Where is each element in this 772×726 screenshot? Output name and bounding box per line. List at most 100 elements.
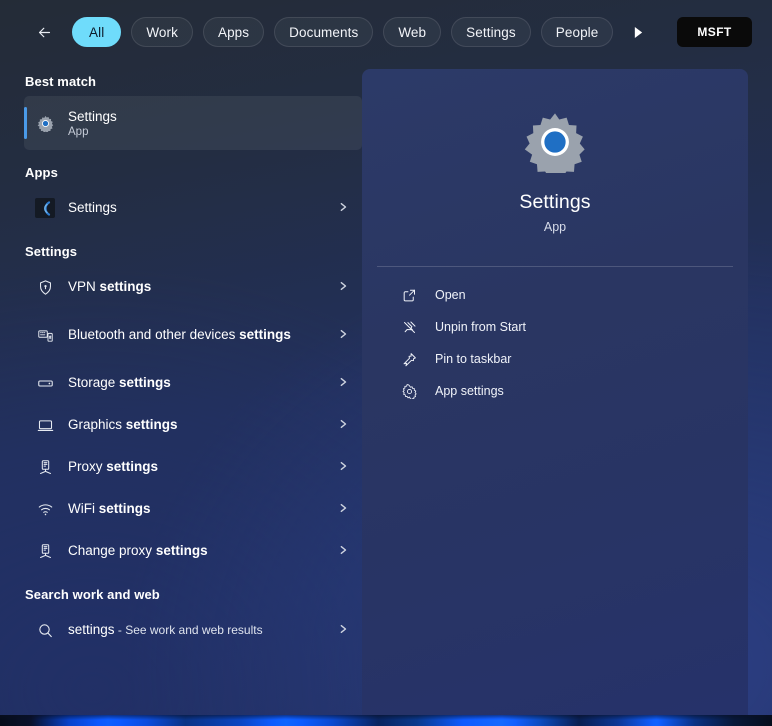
search-filter-bar: All Work Apps Documents Web Settings Peo… <box>0 0 772 64</box>
proxy-bold: settings <box>106 459 159 475</box>
back-button[interactable] <box>30 18 58 46</box>
result-web-search-text: settings - See work and web results <box>68 621 326 639</box>
org-badge[interactable]: MSFT <box>677 17 752 47</box>
wifi-icon <box>34 501 56 518</box>
result-setting-graphics-label: Graphics settings <box>68 416 326 434</box>
graphics-prefix: Graphics <box>68 417 126 433</box>
results-and-preview: Best match Settings App Apps Settings Se… <box>0 64 772 715</box>
more-filters-button[interactable] <box>625 19 651 45</box>
settings-app-logo-tile <box>35 198 55 218</box>
result-setting-storage-label: Storage settings <box>68 374 326 392</box>
result-setting-vpn[interactable]: VPN settings <box>24 266 362 308</box>
chevron-right-icon[interactable] <box>338 621 350 639</box>
result-setting-change-proxy[interactable]: Change proxy settings <box>24 530 362 572</box>
graphics-bold: settings <box>125 417 178 433</box>
result-setting-wifi[interactable]: WiFi settings <box>24 488 362 530</box>
result-setting-graphics[interactable]: Graphics settings <box>24 404 362 446</box>
desktop-wallpaper-strip <box>0 715 772 726</box>
results-column: Best match Settings App Apps Settings Se… <box>0 64 362 715</box>
result-setting-change-proxy-label: Change proxy settings <box>68 542 326 560</box>
filter-tab-people[interactable]: People <box>540 17 614 47</box>
result-setting-storage-text: Storage settings <box>68 374 326 392</box>
section-title-best-match: Best match <box>25 74 97 89</box>
action-pin-taskbar-label: Pin to taskbar <box>435 352 512 366</box>
preview-panel: Settings App Open Unpin from Start Pin t… <box>362 69 748 715</box>
result-setting-wifi-label: WiFi settings <box>68 500 326 518</box>
vpn-bold: settings <box>99 279 152 295</box>
result-setting-proxy[interactable]: Proxy settings <box>24 446 362 488</box>
result-best-match-settings[interactable]: Settings App <box>24 96 362 150</box>
section-title-settings: Settings <box>25 244 78 259</box>
result-web-search-label: settings - See work and web results <box>68 621 326 639</box>
result-setting-bluetooth-label: Bluetooth and other devices settings <box>68 326 326 344</box>
shield-lock-icon <box>34 279 56 296</box>
monitor-icon <box>34 417 56 434</box>
action-pin-to-taskbar[interactable]: Pin to taskbar <box>397 343 733 375</box>
settings-app-logo-icon <box>34 198 56 218</box>
section-title-apps: Apps <box>25 165 58 180</box>
section-title-search-work-web: Search work and web <box>25 587 160 602</box>
action-unpin-label: Unpin from Start <box>435 320 527 334</box>
result-best-match-text: Settings App <box>68 108 350 139</box>
preview-subtitle: App <box>543 220 567 234</box>
org-badge-label: MSFT <box>697 25 732 39</box>
result-app-settings[interactable]: Settings <box>24 187 362 229</box>
result-setting-vpn-label: VPN settings <box>68 278 326 296</box>
action-app-settings-label: App settings <box>435 384 504 398</box>
web-query: settings <box>68 622 115 638</box>
filter-tab-settings-label: Settings <box>466 24 516 40</box>
preview-title: Settings <box>519 191 591 213</box>
result-setting-vpn-text: VPN settings <box>68 278 326 296</box>
vpn-prefix: VPN <box>68 279 100 295</box>
bluetooth-bold: settings <box>239 327 291 343</box>
arrow-left-icon <box>38 27 50 37</box>
action-app-settings[interactable]: App settings <box>397 375 733 407</box>
storage-drive-icon <box>34 375 56 392</box>
result-app-settings-text: Settings <box>68 199 326 217</box>
filter-tab-work[interactable]: Work <box>131 17 193 47</box>
wifi-bold: settings <box>98 501 151 517</box>
chevron-right-icon[interactable] <box>338 326 350 344</box>
filter-tab-documents[interactable]: Documents <box>274 17 374 47</box>
gear-icon <box>524 113 585 173</box>
chevron-right-icon[interactable] <box>338 374 350 392</box>
action-unpin-from-start[interactable]: Unpin from Start <box>397 311 733 343</box>
action-open[interactable]: Open <box>397 279 733 311</box>
settings-swoosh-icon <box>43 200 50 216</box>
filter-tab-apps-label: Apps <box>217 24 250 40</box>
proxy-prefix: Proxy <box>68 459 107 475</box>
bluetooth-prefix: Bluetooth and other devices <box>68 327 240 343</box>
filter-tab-settings[interactable]: Settings <box>451 17 531 47</box>
open-external-icon <box>401 288 417 303</box>
change-proxy-prefix: Change proxy <box>68 543 156 559</box>
result-setting-proxy-text: Proxy settings <box>68 458 326 476</box>
storage-bold: settings <box>119 375 171 391</box>
result-setting-proxy-label: Proxy settings <box>68 458 326 476</box>
filter-tab-web[interactable]: Web <box>383 17 442 47</box>
result-best-match-subtitle: App <box>68 126 89 139</box>
chevron-right-icon[interactable] <box>338 278 350 296</box>
search-icon <box>34 622 56 639</box>
change-proxy-bold: settings <box>155 543 208 559</box>
result-setting-change-proxy-text: Change proxy settings <box>68 542 326 560</box>
wifi-prefix: WiFi <box>68 501 99 517</box>
storage-prefix: Storage <box>68 375 120 391</box>
filter-tab-all[interactable]: All <box>72 17 122 47</box>
chevron-right-icon[interactable] <box>338 458 350 476</box>
preview-divider <box>377 266 733 267</box>
chevron-right-filled-icon <box>634 26 643 38</box>
result-setting-storage[interactable]: Storage settings <box>24 362 362 404</box>
pin-icon <box>401 352 417 367</box>
filter-tab-web-label: Web <box>398 24 427 40</box>
filter-tab-work-label: Work <box>146 24 178 40</box>
gear-icon-svg <box>37 115 53 132</box>
chevron-right-icon[interactable] <box>338 416 350 434</box>
server-icon <box>34 459 56 476</box>
chevron-right-icon[interactable] <box>338 542 350 560</box>
result-setting-bluetooth[interactable]: Bluetooth and other devices settings <box>24 308 362 362</box>
chevron-right-icon[interactable] <box>338 500 350 518</box>
chevron-right-icon[interactable] <box>338 199 350 217</box>
filter-tab-apps[interactable]: Apps <box>202 17 265 47</box>
result-web-search[interactable]: settings - See work and web results <box>24 609 362 651</box>
filter-tab-documents-label: Documents <box>289 24 359 40</box>
